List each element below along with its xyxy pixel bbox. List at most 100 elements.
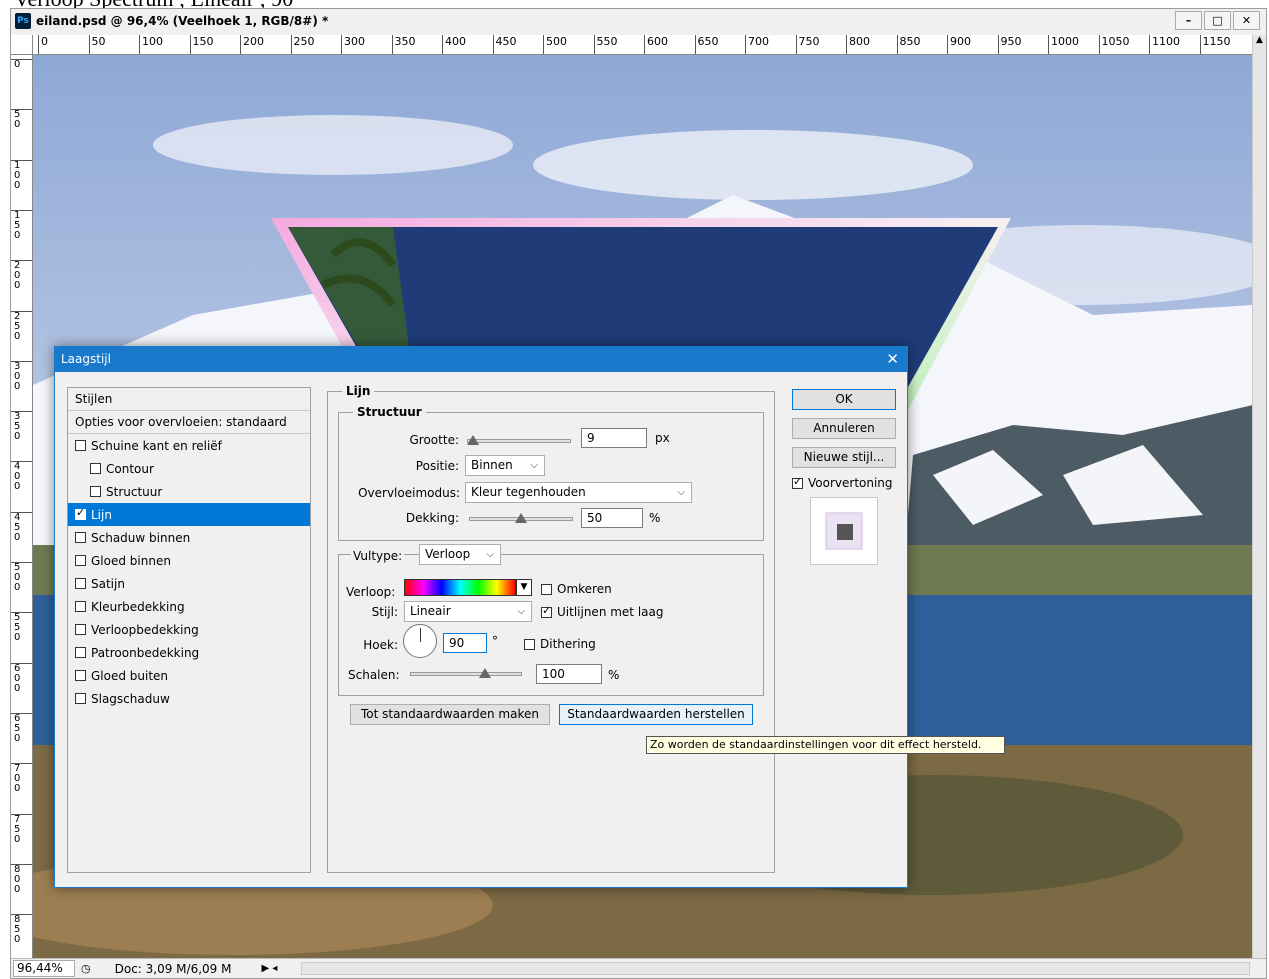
info-icon[interactable]: ◷ — [81, 962, 91, 975]
style-dropdown[interactable]: Lineair ⌵ — [404, 601, 532, 622]
vertical-scrollbar[interactable]: ▲ — [1252, 35, 1266, 960]
tooltip: Zo worden de standaardinstellingen voor … — [646, 736, 1005, 754]
fill-type-dropdown[interactable]: Verloop ⌵ — [419, 544, 501, 565]
photoshop-icon: Ps — [15, 13, 31, 29]
blending-options-item[interactable]: Opties voor overvloeien: standaard — [68, 411, 310, 434]
style-item-checkbox[interactable] — [75, 440, 86, 451]
style-item-checkbox[interactable] — [75, 670, 86, 681]
style-item[interactable]: Patroonbedekking — [68, 641, 310, 664]
close-icon[interactable]: ✕ — [1233, 11, 1260, 30]
style-item-label: Schaduw binnen — [91, 530, 191, 545]
size-slider-thumb[interactable] — [467, 435, 480, 445]
style-item-label: Lijn — [91, 507, 112, 522]
scale-field[interactable]: 100 — [536, 664, 602, 684]
document-size[interactable]: Doc: 3,09 M/6,09 M — [115, 962, 232, 976]
chevron-down-icon: ⌵ — [517, 606, 525, 617]
preview-checkbox-box[interactable] — [792, 475, 803, 489]
style-item[interactable]: Contour — [68, 457, 310, 480]
opacity-field[interactable]: 50 — [581, 508, 643, 528]
reverse-checkbox-box[interactable] — [541, 583, 552, 595]
horizontal-ruler[interactable]: 0 50 100 150 200 250 300 350 400 450 500 550 600 650 7… — [33, 35, 1253, 55]
opacity-label: Dekking: — [405, 511, 459, 525]
size-field[interactable]: 9 — [581, 428, 647, 448]
style-item[interactable]: Kleurbedekking — [68, 595, 310, 618]
style-item[interactable]: Structuur — [68, 480, 310, 503]
cancel-button[interactable]: Annuleren — [792, 418, 896, 439]
styles-header[interactable]: Stijlen — [68, 388, 310, 411]
style-item[interactable]: Gloed buiten — [68, 664, 310, 687]
style-item[interactable]: Lijn — [68, 503, 310, 526]
dither-checkbox[interactable]: Dithering — [524, 637, 596, 651]
document-title: eiland.psd @ 96,4% (Veelhoek 1, RGB/8#) … — [36, 14, 329, 28]
gradient-swatch[interactable] — [404, 579, 516, 596]
style-item-checkbox[interactable] — [75, 506, 86, 520]
ruler-v-tick: 1 0 0 — [11, 159, 32, 191]
ruler-v-tick: 4 5 0 — [11, 511, 32, 543]
reverse-checkbox[interactable]: Omkeren — [541, 582, 612, 596]
position-dropdown[interactable]: Binnen ⌵ — [465, 455, 545, 476]
style-item[interactable]: Gloed binnen — [68, 549, 310, 572]
position-label: Positie: — [415, 459, 459, 473]
style-item-checkbox[interactable] — [75, 693, 86, 704]
ruler-h-tick: 650 — [694, 35, 719, 54]
style-item-checkbox[interactable] — [75, 578, 86, 589]
style-item[interactable]: Verloopbedekking — [68, 618, 310, 641]
opacity-slider-thumb[interactable] — [515, 513, 527, 523]
style-item[interactable]: Slagschaduw — [68, 687, 310, 710]
style-item-checkbox[interactable] — [75, 532, 86, 543]
ruler-h-tick: 950 — [997, 35, 1022, 54]
align-checkbox[interactable]: Uitlijnen met laag — [541, 604, 663, 619]
minimize-icon[interactable]: – — [1175, 11, 1202, 30]
style-item[interactable]: Satijn — [68, 572, 310, 595]
make-default-button[interactable]: Tot standaardwaarden maken — [350, 704, 550, 725]
horizontal-scrollbar[interactable] — [301, 962, 1250, 975]
ruler-origin[interactable] — [11, 35, 33, 55]
new-style-button[interactable]: Nieuwe stijl... — [792, 447, 896, 468]
style-item-checkbox[interactable] — [75, 555, 86, 566]
preview-label: Voorvertoning — [808, 476, 893, 490]
layer-style-dialog: Laagstijl ✕ Stijlen Opties voor overvloe… — [54, 346, 908, 888]
scale-slider[interactable] — [410, 668, 522, 678]
ruler-v-tick: 5 0 — [11, 109, 32, 130]
ok-button[interactable]: OK — [792, 389, 896, 410]
ruler-h-tick: 1050 — [1098, 35, 1130, 54]
angle-field[interactable]: 90 — [443, 633, 487, 653]
size-slider[interactable] — [467, 435, 571, 445]
chevron-down-icon: ⌵ — [486, 549, 494, 560]
ruler-h-tick: 1150 — [1199, 35, 1231, 54]
status-menu-arrow-icon[interactable]: ▶ ◂ — [261, 963, 277, 974]
style-item-label: Structuur — [106, 484, 163, 499]
ruler-v-tick: 7 0 0 — [11, 763, 32, 794]
preview-checkbox[interactable]: Voorvertoning — [792, 475, 893, 490]
style-item-checkbox[interactable] — [75, 647, 86, 658]
gradient-label: Verloop: — [346, 585, 396, 599]
zoom-field[interactable]: 96,44% — [13, 960, 75, 977]
gradient-picker-arrow-icon[interactable]: ▼ — [516, 579, 532, 596]
ruler-h-tick: 800 — [846, 35, 870, 54]
style-item[interactable]: Schuine kant en reliëf — [68, 434, 310, 457]
style-item-checkbox[interactable] — [90, 463, 101, 474]
ruler-h-tick: 1000 — [1048, 35, 1079, 54]
vertical-ruler[interactable]: 0 5 0 1 0 0 1 5 0 2 0 0 2 5 0 3 0 0 3 5 0 4 0 0 4… — [11, 55, 33, 960]
style-item-checkbox[interactable] — [75, 624, 86, 635]
dither-checkbox-box[interactable] — [524, 638, 535, 650]
style-item-checkbox[interactable] — [75, 601, 86, 612]
scroll-up-icon[interactable]: ▲ — [1253, 35, 1266, 45]
align-checkbox-box[interactable] — [541, 604, 552, 618]
reset-default-button[interactable]: Standaardwaarden herstellen — [559, 704, 753, 725]
ruler-v-tick: 4 0 0 — [11, 461, 32, 492]
opacity-slider[interactable] — [469, 513, 573, 523]
style-item[interactable]: Schaduw binnen — [68, 526, 310, 549]
style-preview — [810, 497, 878, 565]
style-item-checkbox[interactable] — [90, 486, 101, 497]
chevron-down-icon: ⌵ — [677, 487, 685, 498]
maximize-icon[interactable]: □ — [1204, 11, 1231, 30]
ruler-h-tick: 500 — [543, 35, 567, 54]
dialog-close-icon[interactable]: ✕ — [886, 347, 899, 372]
ruler-h-tick: 400 — [442, 35, 466, 54]
scale-slider-thumb[interactable] — [478, 668, 491, 678]
blend-mode-dropdown[interactable]: Kleur tegenhouden ⌵ — [465, 482, 692, 503]
style-item-label: Schuine kant en reliëf — [91, 438, 222, 453]
angle-dial[interactable] — [403, 624, 437, 658]
style-item-label: Patroonbedekking — [91, 645, 200, 660]
